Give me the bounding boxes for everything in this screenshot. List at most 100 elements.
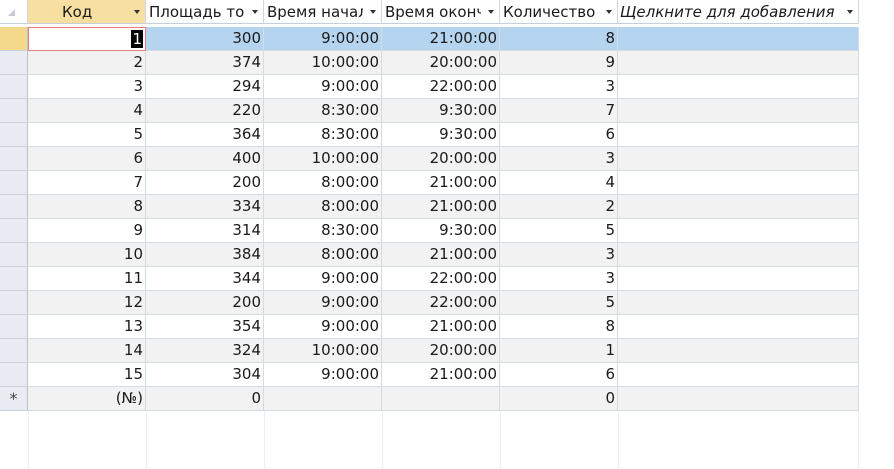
cell-count[interactable]: 3 — [500, 75, 618, 99]
cell-kod[interactable]: 8 — [28, 195, 146, 219]
column-header-kod[interactable]: Код — [28, 0, 146, 24]
dropdown-arrow-icon[interactable] — [252, 10, 258, 14]
cell-count[interactable]: 5 — [500, 291, 618, 315]
cell-kod[interactable]: 1 — [28, 27, 146, 51]
cell-add-field[interactable] — [618, 339, 859, 363]
cell-area[interactable]: 324 — [146, 339, 264, 363]
cell-kod[interactable]: 3 — [28, 75, 146, 99]
table-row[interactable]: 11 344 9:00:00 22:00:00 3 — [0, 267, 894, 291]
table-row[interactable]: 14 324 10:00:00 20:00:00 1 — [0, 339, 894, 363]
cell-kod[interactable]: (№) — [28, 387, 146, 411]
cell-end-time[interactable]: 20:00:00 — [382, 51, 500, 75]
cell-add-field[interactable] — [618, 267, 859, 291]
cell-kod[interactable]: 5 — [28, 123, 146, 147]
dropdown-arrow-icon[interactable] — [134, 10, 140, 14]
row-selector[interactable]: * — [0, 387, 28, 411]
cell-area[interactable]: 294 — [146, 75, 264, 99]
cell-add-field[interactable] — [618, 387, 859, 411]
cell-end-time[interactable]: 21:00:00 — [382, 363, 500, 387]
table-row[interactable]: 7 200 8:00:00 21:00:00 4 — [0, 171, 894, 195]
cell-area[interactable]: 354 — [146, 315, 264, 339]
cell-start-time[interactable]: 10:00:00 — [264, 147, 382, 171]
cell-kod[interactable]: 14 — [28, 339, 146, 363]
table-row[interactable]: 5 364 8:30:00 9:30:00 6 — [0, 123, 894, 147]
cell-count[interactable]: 4 — [500, 171, 618, 195]
table-row[interactable]: 6 400 10:00:00 20:00:00 3 — [0, 147, 894, 171]
row-selector[interactable] — [0, 315, 28, 339]
cell-end-time[interactable]: 21:00:00 — [382, 315, 500, 339]
cell-count[interactable]: 6 — [500, 363, 618, 387]
cell-end-time[interactable]: 9:30:00 — [382, 99, 500, 123]
cell-area[interactable]: 200 — [146, 171, 264, 195]
cell-end-time[interactable]: 9:30:00 — [382, 123, 500, 147]
dropdown-arrow-icon[interactable] — [606, 10, 612, 14]
dropdown-arrow-icon[interactable] — [488, 10, 494, 14]
row-selector[interactable] — [0, 123, 28, 147]
row-selector[interactable] — [0, 339, 28, 363]
table-row[interactable]: 15 304 9:00:00 21:00:00 6 — [0, 363, 894, 387]
cell-add-field[interactable] — [618, 171, 859, 195]
cell-area[interactable]: 200 — [146, 291, 264, 315]
cell-count[interactable]: 8 — [500, 27, 618, 51]
cell-count[interactable]: 9 — [500, 51, 618, 75]
table-row[interactable]: 3 294 9:00:00 22:00:00 3 — [0, 75, 894, 99]
cell-area[interactable]: 0 — [146, 387, 264, 411]
cell-area[interactable]: 364 — [146, 123, 264, 147]
row-selector[interactable] — [0, 219, 28, 243]
cell-end-time[interactable]: 21:00:00 — [382, 243, 500, 267]
row-selector[interactable] — [0, 267, 28, 291]
row-selector[interactable] — [0, 75, 28, 99]
cell-count[interactable]: 1 — [500, 339, 618, 363]
cell-add-field[interactable] — [618, 51, 859, 75]
cell-start-time[interactable]: 9:00:00 — [264, 75, 382, 99]
cell-end-time[interactable]: 22:00:00 — [382, 75, 500, 99]
table-row[interactable]: 2 374 10:00:00 20:00:00 9 — [0, 51, 894, 75]
cell-count[interactable]: 5 — [500, 219, 618, 243]
table-row[interactable]: 10 384 8:00:00 21:00:00 3 — [0, 243, 894, 267]
cell-count[interactable]: 3 — [500, 147, 618, 171]
row-selector[interactable] — [0, 51, 28, 75]
dropdown-arrow-icon[interactable] — [847, 10, 853, 14]
select-all-corner[interactable] — [0, 0, 28, 24]
column-header-count[interactable]: Количество — [500, 0, 618, 24]
cell-area[interactable]: 374 — [146, 51, 264, 75]
cell-kod[interactable]: 2 — [28, 51, 146, 75]
table-row[interactable]: 9 314 8:30:00 9:30:00 5 — [0, 219, 894, 243]
cell-start-time[interactable] — [264, 387, 382, 411]
cell-start-time[interactable]: 8:30:00 — [264, 123, 382, 147]
new-record-row[interactable]: * (№) 0 0 — [0, 387, 894, 411]
cell-count[interactable]: 3 — [500, 243, 618, 267]
cell-kod[interactable]: 7 — [28, 171, 146, 195]
cell-start-time[interactable]: 10:00:00 — [264, 339, 382, 363]
cell-start-time[interactable]: 9:00:00 — [264, 291, 382, 315]
cell-count[interactable]: 6 — [500, 123, 618, 147]
cell-kod[interactable]: 12 — [28, 291, 146, 315]
cell-area[interactable]: 314 — [146, 219, 264, 243]
cell-area[interactable]: 384 — [146, 243, 264, 267]
row-selector[interactable] — [0, 99, 28, 123]
cell-start-time[interactable]: 8:30:00 — [264, 219, 382, 243]
cell-end-time[interactable]: 21:00:00 — [382, 27, 500, 51]
table-row[interactable]: 4 220 8:30:00 9:30:00 7 — [0, 99, 894, 123]
cell-area[interactable]: 334 — [146, 195, 264, 219]
dropdown-arrow-icon[interactable] — [370, 10, 376, 14]
cell-start-time[interactable]: 8:00:00 — [264, 171, 382, 195]
cell-add-field[interactable] — [618, 219, 859, 243]
cell-count[interactable]: 3 — [500, 267, 618, 291]
row-selector[interactable] — [0, 147, 28, 171]
cell-start-time[interactable]: 9:00:00 — [264, 363, 382, 387]
cell-add-field[interactable] — [618, 363, 859, 387]
cell-add-field[interactable] — [618, 195, 859, 219]
cell-area[interactable]: 300 — [146, 27, 264, 51]
cell-start-time[interactable]: 8:00:00 — [264, 195, 382, 219]
table-row[interactable]: 12 200 9:00:00 22:00:00 5 — [0, 291, 894, 315]
cell-kod[interactable]: 9 — [28, 219, 146, 243]
cell-area[interactable]: 220 — [146, 99, 264, 123]
row-selector[interactable] — [0, 363, 28, 387]
cell-start-time[interactable]: 9:00:00 — [264, 267, 382, 291]
table-row[interactable]: 13 354 9:00:00 21:00:00 8 — [0, 315, 894, 339]
add-field-header[interactable]: Щелкните для добавления — [618, 0, 859, 24]
cell-end-time[interactable]: 21:00:00 — [382, 171, 500, 195]
cell-add-field[interactable] — [618, 243, 859, 267]
cell-area[interactable]: 344 — [146, 267, 264, 291]
